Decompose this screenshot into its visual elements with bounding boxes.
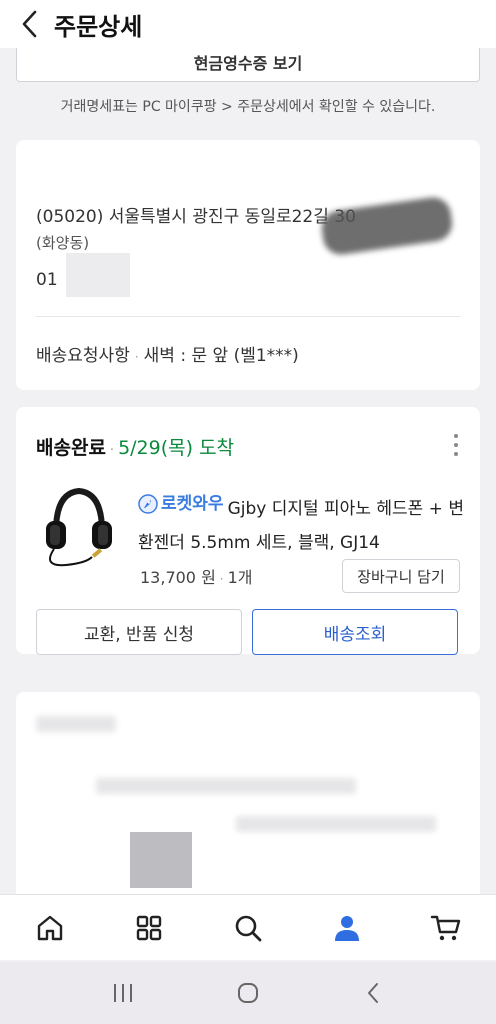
recent-apps-button[interactable] (93, 968, 153, 1018)
redacted-thumbnail (130, 832, 192, 888)
page-title: 주문상세 (54, 12, 143, 41)
cash-receipt-label: 현금영수증 보기 (193, 53, 303, 73)
address-line: (05020) 서울특별시 광진구 동일로22길 30 (36, 207, 356, 227)
delivery-status-row: 배송완료 · 5/29(목) 도착 (36, 437, 235, 459)
nav-home[interactable] (20, 898, 80, 958)
price: 13,700 원 (140, 568, 216, 587)
add-to-cart-button[interactable]: 장바구니 담기 (342, 559, 460, 593)
exchange-return-button[interactable]: 교환, 반품 신청 (36, 609, 242, 655)
request-label: 배송요청사항 (36, 346, 130, 366)
nav-my-coupang[interactable] (317, 898, 377, 958)
headphone-thumbnail[interactable] (36, 479, 122, 575)
delivery-request: 배송요청사항 · 새벽 : 문 앞 (벨1***) (36, 346, 299, 366)
back-chevron-icon (368, 983, 379, 1003)
cart-icon (431, 915, 461, 940)
price-quantity: 13,700 원 · 1개 (140, 568, 253, 587)
home-circle-icon (237, 983, 258, 1003)
nav-search[interactable] (218, 898, 278, 958)
app-header: 주문상세 (0, 0, 496, 48)
product-name[interactable]: 로켓와우 Gjby 디지털 피아노 헤드폰 + 변환젠더 5.5mm 세트, 블랙… (138, 487, 468, 560)
home-icon (37, 915, 62, 940)
arrival-date: 5/29(목) 도착 (118, 437, 235, 459)
back-button[interactable] (0, 0, 60, 48)
rocket-icon (138, 494, 158, 514)
phone-redaction (66, 253, 130, 297)
divider (36, 316, 460, 317)
shipping-address-card: (05020) 서울특별시 광진구 동일로22길 30 (화양동) 01 배송요… (16, 140, 480, 390)
request-value: 새벽 : 문 앞 (벨1***) (143, 346, 299, 366)
nav-category[interactable] (119, 898, 179, 958)
home-system-button[interactable] (218, 968, 278, 1018)
chevron-left-icon (22, 10, 37, 38)
statement-notice: 거래명세표는 PC 마이쿠팡 > 주문상세에서 확인할 수 있습니다. (60, 99, 436, 115)
phone-number: 01 (36, 270, 58, 290)
system-navigation (0, 962, 496, 1024)
category-icon (136, 915, 161, 940)
bottom-navigation (0, 894, 496, 960)
user-icon (335, 915, 360, 941)
more-options-button[interactable] (446, 431, 466, 459)
order-item-card: 배송완료 · 5/29(목) 도착 로켓와우 Gjby 디지털 피아노 헤드폰 + 변… (16, 407, 480, 655)
quantity: 1개 (227, 568, 253, 587)
nav-cart[interactable] (416, 898, 476, 958)
recents-icon (113, 984, 132, 1002)
track-delivery-button[interactable]: 배송조회 (252, 609, 458, 655)
search-icon (235, 915, 262, 941)
status-badge: 배송완료 (36, 437, 106, 459)
obscured-order-card (16, 692, 480, 902)
address-detail: (화양동) (36, 234, 90, 252)
rocket-wow-badge: 로켓와우 (138, 487, 224, 521)
back-system-button[interactable] (343, 968, 403, 1018)
